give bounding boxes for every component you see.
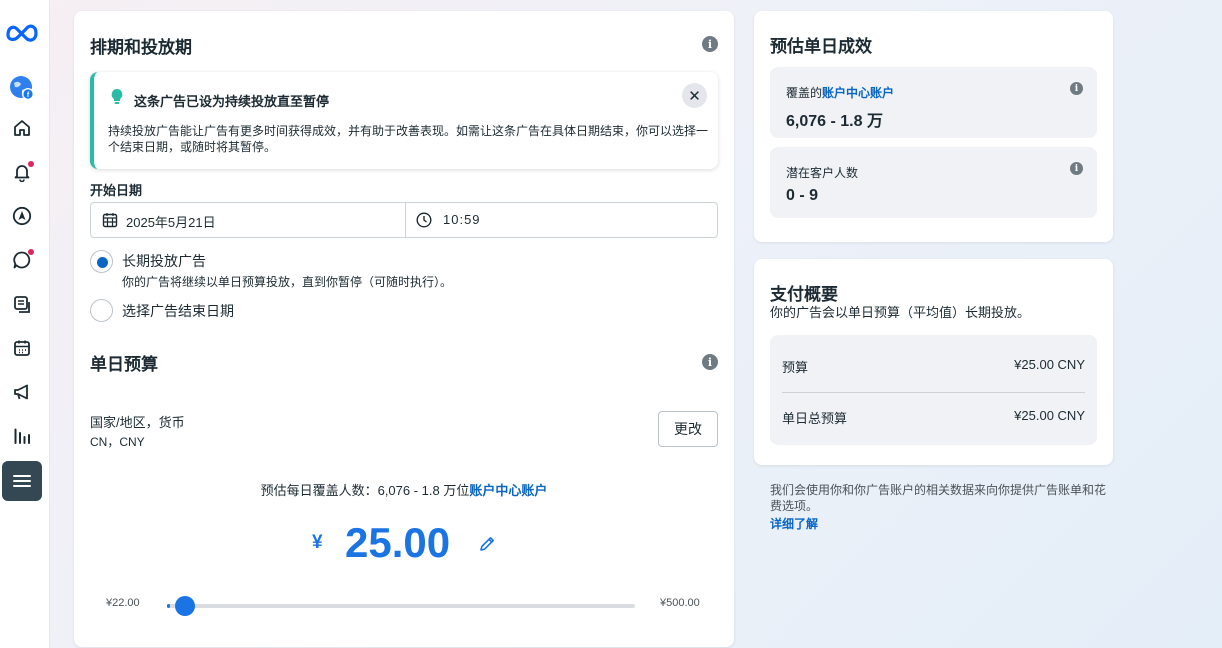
schedule-title: 排期和投放期 xyxy=(90,38,192,57)
reach-accounts-center-link[interactable]: 账户中心账户 xyxy=(822,86,894,100)
payment-summary-card: 支付概要 你的广告会以单日预算（平均值）长期投放。 预算 ¥25.00 CNY … xyxy=(754,259,1113,465)
left-sidebar: f xyxy=(0,0,50,648)
budget-info-icon[interactable]: i xyxy=(702,354,718,370)
daily-budget-amount[interactable]: 25.00 xyxy=(345,519,450,567)
reach-stat-box: 覆盖的账户中心账户 i 6,076 - 1.8 万 xyxy=(770,67,1097,138)
budget-slider-fill xyxy=(167,604,170,608)
start-datetime-field: 2025年5月21日 10:59 xyxy=(90,202,718,238)
potential-stat-box: 潜在客户人数 i 0 - 9 xyxy=(770,147,1097,218)
currency-symbol: ¥ xyxy=(312,532,323,553)
menu-button[interactable] xyxy=(2,461,42,501)
navigate-icon[interactable] xyxy=(0,199,44,233)
schedule-budget-card: 排期和投放期 i 这条广告已设为持续投放直至暂停 ✕ 持续投放广告能让广告有更多… xyxy=(74,11,734,647)
billing-note: 我们会使用你和你广告账户的相关数据来向你提供广告账单和花费选项。 xyxy=(770,483,1107,513)
daily-results-card: 预估单日成效 覆盖的账户中心账户 i 6,076 - 1.8 万 潜在客户人数 … xyxy=(754,11,1113,242)
ads-megaphone-icon[interactable] xyxy=(0,375,44,409)
notice-body: 持续投放广告能让广告有更多时间获得成效，并有助于改善表现。如需让这条广告在具体日… xyxy=(108,124,709,154)
change-country-button[interactable]: 更改 xyxy=(658,411,718,447)
slider-min-label: ¥22.00 xyxy=(106,597,140,609)
estimated-reach-line: 预估每日覆盖人数：6,076 - 1.8 万位账户中心账户 xyxy=(74,480,734,499)
business-globe-icon[interactable]: f xyxy=(0,71,44,105)
budget-row-value: ¥25.00 CNY xyxy=(1014,357,1085,372)
date-time-divider xyxy=(405,203,406,237)
insights-icon[interactable] xyxy=(0,419,44,453)
budget-title: 单日预算 xyxy=(90,355,158,374)
messages-dot xyxy=(28,249,34,255)
continuous-notice: 这条广告已设为持续投放直至暂停 ✕ 持续投放广告能让广告有更多时间获得成效，并有… xyxy=(90,72,718,169)
radio-long-term-label[interactable]: 长期投放广告 xyxy=(122,251,206,271)
calendar-icon[interactable] xyxy=(0,331,44,365)
country-currency-label: 国家/地区，货币 xyxy=(90,415,185,430)
radio-long-term-description: 你的广告将继续以单日预算投放，直到你暂停（可随时执行）。 xyxy=(122,275,453,289)
schedule-info-icon[interactable]: i xyxy=(702,36,718,52)
budget-slider-handle[interactable] xyxy=(174,596,195,616)
estimate-title: 预估单日成效 xyxy=(770,37,872,56)
potential-stat-label: 潜在客户人数 xyxy=(786,166,859,180)
payment-divider xyxy=(782,392,1085,393)
home-icon[interactable] xyxy=(0,111,44,145)
notice-title: 这条广告已设为持续投放直至暂停 xyxy=(134,94,330,109)
notification-dot xyxy=(28,161,34,167)
daily-total-value: ¥25.00 CNY xyxy=(1014,408,1085,423)
clock-icon xyxy=(416,212,432,228)
payment-breakdown: 预算 ¥25.00 CNY 单日总预算 ¥25.00 CNY xyxy=(770,335,1097,445)
learn-more-link[interactable]: 详细了解 xyxy=(770,515,818,532)
potential-info-icon[interactable]: i xyxy=(1070,162,1083,175)
payment-subtitle: 你的广告会以单日预算（平均值）长期投放。 xyxy=(770,305,1031,320)
lightbulb-icon xyxy=(111,89,123,104)
reach-stat-prefix: 覆盖的 xyxy=(786,86,823,100)
reach-stat-value: 6,076 - 1.8 万 xyxy=(786,113,883,130)
reach-stat-label: 覆盖的账户中心账户 xyxy=(786,84,894,101)
start-time-input[interactable]: 10:59 xyxy=(443,212,481,227)
notice-close-button[interactable]: ✕ xyxy=(682,83,707,108)
budget-row-label: 预算 xyxy=(782,360,809,375)
calendar-icon xyxy=(102,213,118,228)
menu-icon xyxy=(13,475,31,487)
accounts-center-link[interactable]: 账户中心账户 xyxy=(469,483,547,498)
budget-slider[interactable] xyxy=(167,596,635,616)
radio-long-term[interactable] xyxy=(90,250,113,273)
close-icon: ✕ xyxy=(688,87,701,105)
daily-total-label: 单日总预算 xyxy=(782,411,848,426)
reach-info-icon[interactable]: i xyxy=(1070,82,1083,95)
potential-stat-value: 0 - 9 xyxy=(786,187,819,204)
country-currency-value: CN，CNY xyxy=(90,435,145,449)
radio-end-date-label[interactable]: 选择广告结束日期 xyxy=(122,301,234,321)
estimated-reach-text: 预估每日覆盖人数：6,076 - 1.8 万位 xyxy=(260,483,470,498)
slider-max-label: ¥500.00 xyxy=(660,597,700,609)
edit-pencil-icon[interactable] xyxy=(477,534,497,554)
messages-icon[interactable] xyxy=(0,243,44,277)
pages-icon[interactable] xyxy=(0,287,44,321)
notifications-icon[interactable] xyxy=(0,155,44,189)
start-date-label: 开始日期 xyxy=(90,183,143,198)
radio-end-date[interactable] xyxy=(90,299,113,322)
meta-logo-icon[interactable] xyxy=(0,15,44,49)
start-date-input[interactable]: 2025年5月21日 xyxy=(126,212,216,231)
